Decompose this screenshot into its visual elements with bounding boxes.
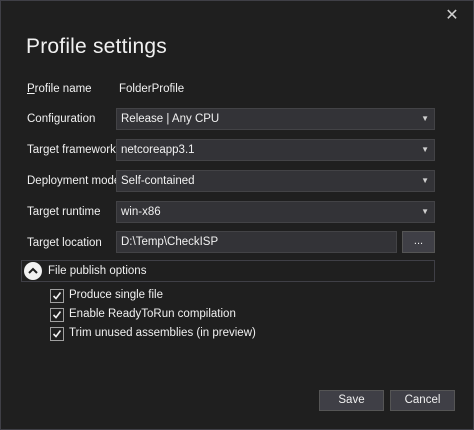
- trim-unused-assemblies-checkbox[interactable]: [50, 327, 64, 341]
- target-framework-label: Target framework: [27, 144, 116, 156]
- target-location-input[interactable]: D:\Temp\CheckISP: [116, 231, 397, 253]
- profile-name-value: FolderProfile: [119, 83, 185, 95]
- chevron-down-icon: ▼: [421, 145, 429, 154]
- deployment-mode-dropdown[interactable]: Self-contained ▼: [116, 170, 435, 192]
- configuration-label: Configuration: [27, 113, 96, 125]
- cancel-button[interactable]: Cancel: [390, 390, 455, 411]
- enable-readytorun-label: Enable ReadyToRun compilation: [69, 308, 236, 320]
- configuration-value: Release | Any CPU: [121, 113, 220, 125]
- file-publish-options-label: File publish options: [48, 265, 147, 277]
- checkmark-icon: [52, 292, 62, 300]
- produce-single-file-label: Produce single file: [69, 289, 163, 301]
- dialog-title: Profile settings: [26, 35, 167, 58]
- chevron-down-icon: ▼: [421, 176, 429, 185]
- checkmark-icon: [52, 330, 62, 338]
- trim-unused-assemblies-label: Trim unused assemblies (in preview): [69, 327, 256, 339]
- profile-name-label: Profile name: [27, 83, 92, 95]
- chevron-down-icon: ▼: [421, 207, 429, 216]
- close-icon[interactable]: ✕: [441, 7, 463, 25]
- chevron-up-icon[interactable]: [24, 262, 42, 280]
- profile-settings-dialog: ✕ Profile settings Profile name FolderPr…: [0, 0, 474, 430]
- deployment-mode-label: Deployment mode: [27, 175, 121, 187]
- checkmark-icon: [52, 311, 62, 319]
- chevron-down-icon: ▼: [421, 114, 429, 123]
- target-location-label: Target location: [27, 237, 102, 249]
- profile-name-label-rest: rofile name: [34, 83, 92, 95]
- target-framework-dropdown[interactable]: netcoreapp3.1 ▼: [116, 139, 435, 161]
- browse-button[interactable]: ...: [402, 231, 435, 253]
- configuration-dropdown[interactable]: Release | Any CPU ▼: [116, 108, 435, 130]
- target-runtime-label: Target runtime: [27, 206, 101, 218]
- save-button[interactable]: Save: [319, 390, 384, 411]
- produce-single-file-checkbox[interactable]: [50, 289, 64, 303]
- target-runtime-value: win-x86: [121, 206, 161, 218]
- enable-readytorun-checkbox[interactable]: [50, 308, 64, 322]
- target-framework-value: netcoreapp3.1: [121, 144, 195, 156]
- deployment-mode-value: Self-contained: [121, 175, 195, 187]
- target-runtime-dropdown[interactable]: win-x86 ▼: [116, 201, 435, 223]
